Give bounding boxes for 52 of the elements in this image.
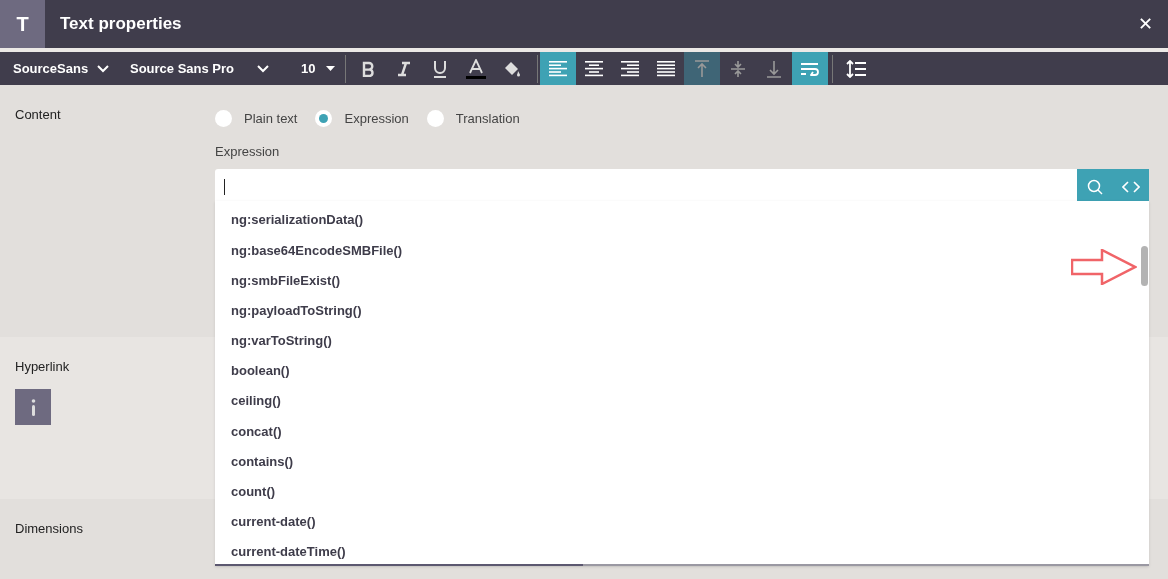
radio-label[interactable]: Plain text [244,109,298,129]
font-name-dropdown[interactable]: Source Sans Pro [130,58,270,79]
suggestion-item[interactable]: ng:base64EncodeSMBFile() [231,240,403,261]
chevron-icon [256,64,270,73]
text-color-icon [466,58,486,79]
paint-bucket-icon [503,59,521,78]
wrap-icon [800,61,820,76]
suggestion-item[interactable]: ng:smbFileExist() [231,270,341,291]
align-top-icon [694,59,710,78]
chevron-icon [96,64,110,73]
caret-icon [326,66,335,71]
suggestion-item[interactable]: ng:varToString() [231,331,332,351]
radio-label[interactable]: Expression [344,109,409,129]
section-label: Hyperlink [15,358,70,376]
info-button[interactable] [15,389,51,425]
suggestion-item[interactable]: current-dateTime() [231,542,346,562]
wrap-button[interactable] [792,52,828,85]
section-label: Dimensions [15,520,83,538]
scrollbar-thumb[interactable] [1141,246,1148,286]
window-icon: T [0,0,45,48]
suggestion-item[interactable]: concat() [231,421,282,442]
suggestion-item[interactable]: current-date() [231,512,316,532]
suggestion-item[interactable]: boolean() [231,361,290,381]
font-family-dropdown[interactable]: SourceSans [13,58,110,79]
align-right-icon [621,60,639,77]
field-label: Expression [215,142,280,161]
line-spacing-icon [846,59,866,78]
suggestion-item[interactable]: ng:serializationData() [231,210,364,230]
radio-label[interactable]: Translation [455,109,520,129]
underline-icon [433,59,447,78]
code-icon [1122,180,1140,193]
align-left-icon [549,60,567,77]
radio-button[interactable] [315,110,333,128]
suggestion-item[interactable]: contains() [231,451,294,472]
align-bottom-icon [766,59,782,78]
bold-icon [361,60,375,77]
align-middle-icon [730,59,746,78]
window-title: Text properties [60,13,182,36]
suggestion-item[interactable]: count() [231,482,276,502]
info-icon [30,398,36,416]
radio-button[interactable] [426,110,444,128]
font-size-dropdown[interactable]: 10 [301,58,335,79]
justify-icon [657,60,675,77]
suggestion-item[interactable]: ceiling() [231,391,281,411]
section-label: Content [15,107,61,122]
radio-button[interactable] [215,110,232,128]
align-center-icon [585,60,603,77]
italic-icon [397,60,411,77]
arrow-icon [1071,249,1137,285]
suggestion-item[interactable]: ng:payloadToString() [231,300,362,321]
search-icon [1087,178,1103,195]
close-button[interactable]: ✕ [1134,13,1156,35]
